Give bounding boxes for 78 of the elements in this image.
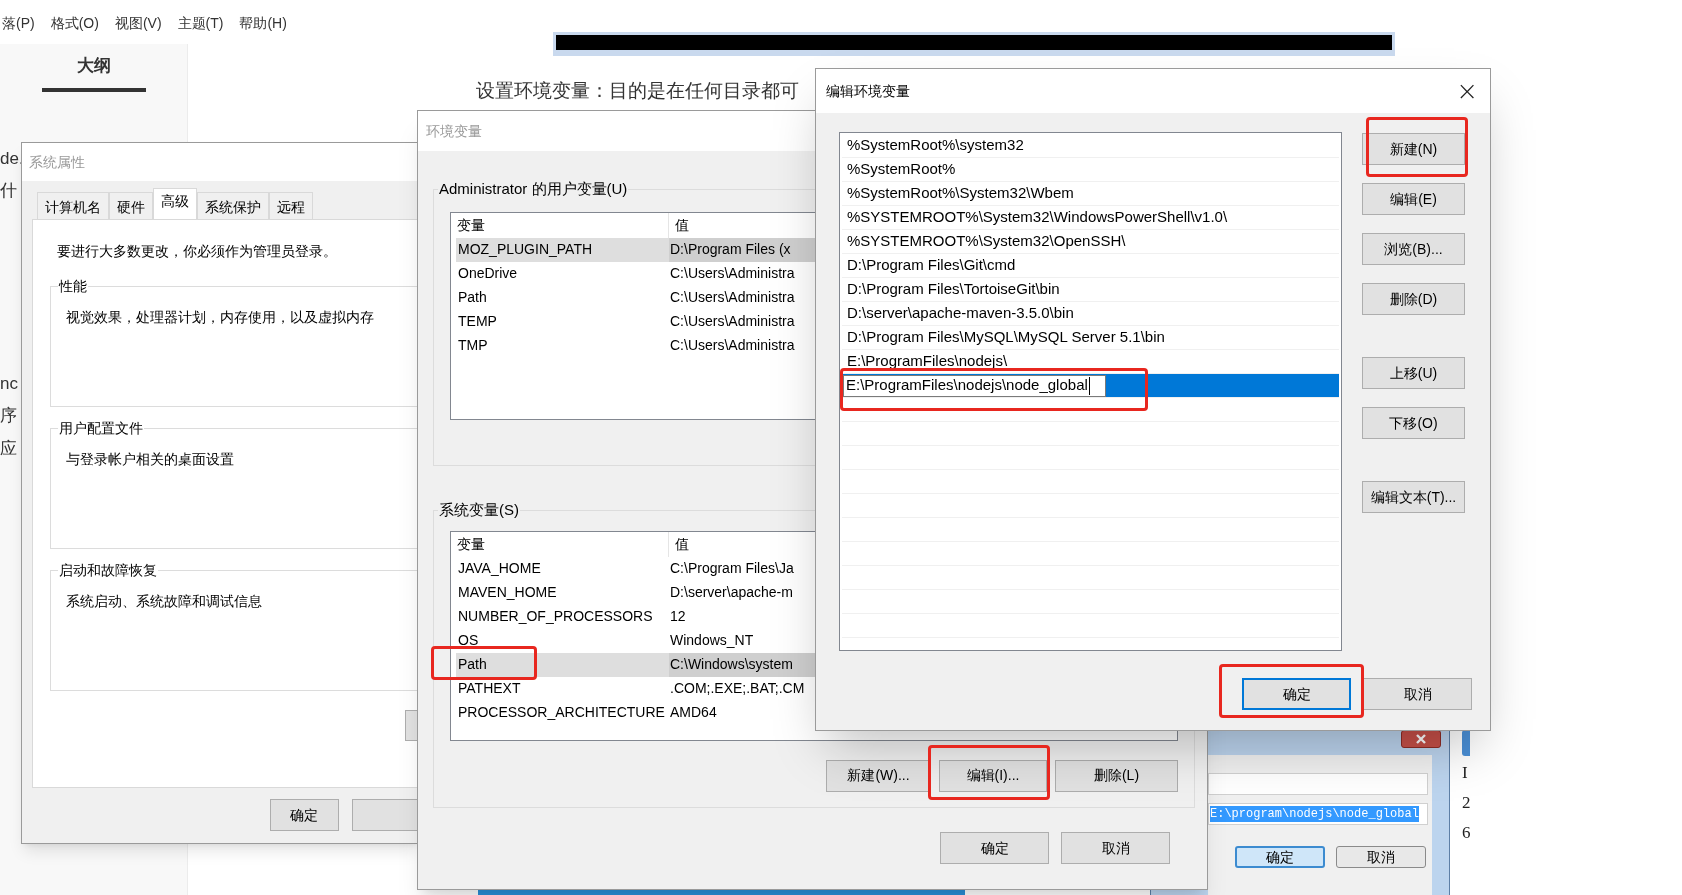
ok-button[interactable]: 确定 <box>940 832 1049 864</box>
column-header[interactable]: 变量 <box>451 531 669 557</box>
text-field[interactable] <box>1208 773 1428 795</box>
cancel-button[interactable]: 取消 <box>1363 678 1472 710</box>
menu-item[interactable]: 格式(O) <box>50 13 99 34</box>
document-text: de. <box>0 148 24 170</box>
move-down-button[interactable]: 下移(O) <box>1362 407 1465 439</box>
list-item-text: %SystemRoot%\System32\Wbem <box>847 183 1074 204</box>
list-item[interactable]: E:\ProgramFiles\nodejs\node_global <box>842 374 1339 398</box>
menu-item[interactable]: 帮助(H) <box>239 13 287 34</box>
ok-button[interactable]: 确定 <box>270 799 339 831</box>
column-header[interactable]: 变量 <box>451 212 669 238</box>
table-cell-text: JAVA_HOME <box>457 559 542 578</box>
table-cell-text: PATHEXT <box>457 679 522 698</box>
document-text: 什 <box>0 180 17 202</box>
ok-button[interactable]: 确定 <box>1235 846 1325 868</box>
table-cell-text: OS <box>457 631 480 650</box>
table-cell-text: TMP <box>457 336 489 355</box>
browse-button[interactable]: 浏览(B)... <box>1362 233 1465 265</box>
group-title: Administrator 的用户变量(U) <box>438 179 629 199</box>
tab[interactable]: 硬件 <box>109 192 153 219</box>
new-button[interactable]: 新建(N) <box>1362 133 1465 165</box>
table-cell-text: OneDrive <box>457 264 519 283</box>
window-title: 环境变量 <box>426 121 482 141</box>
tab[interactable]: 系统保护 <box>197 192 269 219</box>
menu-item[interactable]: 落(P) <box>2 13 35 34</box>
close-icon <box>1415 734 1427 744</box>
new-button[interactable]: 新建(W)... <box>826 759 931 792</box>
group-title: 系统变量(S) <box>438 500 520 520</box>
group-title: 性能 <box>58 277 88 296</box>
list-item-text: %SystemRoot% <box>847 159 956 180</box>
column-header[interactable]: 值 <box>669 533 689 555</box>
button[interactable] <box>351 799 420 831</box>
path-input-field[interactable]: E:\ProgramFiles\nodejs\node_global <box>843 374 1106 397</box>
edit-button[interactable]: 编辑(E) <box>1362 183 1465 215</box>
document-text: I <box>1462 762 1468 784</box>
notice-text: 要进行大多数更改，你必须作为管理员登录。 <box>57 242 338 261</box>
edit-button[interactable]: 编辑(I)... <box>939 759 1047 792</box>
document-text: nc <box>0 373 18 395</box>
tab[interactable]: 计算机名 <box>37 192 109 219</box>
group-description: 系统启动、系统故障和调试信息 <box>66 592 263 611</box>
partial-image <box>1462 730 1470 756</box>
group-title: 用户配置文件 <box>58 419 144 438</box>
delete-button[interactable]: 删除(L) <box>1055 759 1178 792</box>
document-text: 应 <box>0 438 17 460</box>
table-cell-text: PROCESSOR_ARCHITECTURE <box>457 703 666 722</box>
text-cursor <box>1088 376 1090 395</box>
group-title: 启动和故障恢复 <box>58 561 158 580</box>
document-text: 6 <box>1462 822 1471 844</box>
document-text: 序 <box>0 405 17 427</box>
input-text: E:\ProgramFiles\nodejs\node_global <box>846 375 1088 396</box>
cancel-button[interactable]: 取消 <box>1061 832 1170 864</box>
table-cell-text: Path <box>457 655 488 674</box>
table-cell-text: NUMBER_OF_PROCESSORS <box>457 607 654 626</box>
window-title: 系统属性 <box>29 152 85 172</box>
document-heading: 设置环境变量：目的是在任何目录都可 <box>476 79 799 103</box>
list-item-text: %SYSTEMROOT%\System32\WindowsPowerShell\v1.0\ <box>847 207 1228 228</box>
document-text: 2 <box>1462 792 1471 814</box>
close-button[interactable]: × <box>1456 78 1478 104</box>
edit-text-button[interactable]: 编辑文本(T)... <box>1362 481 1465 513</box>
window-title: 编辑环境变量 <box>826 81 910 101</box>
group-description: 与登录帐户相关的桌面设置 <box>66 450 235 469</box>
move-up-button[interactable]: 上移(U) <box>1362 357 1465 389</box>
group-description: 视觉效果，处理器计划，内存使用，以及虚拟内存 <box>66 308 375 327</box>
cancel-button[interactable]: 取消 <box>1336 846 1426 868</box>
ok-button[interactable]: 确定 <box>1242 678 1351 710</box>
menu-item[interactable]: 视图(V) <box>114 13 162 34</box>
table-cell-text: TEMP <box>457 312 498 331</box>
sidebar-tab[interactable]: 大纲 <box>76 54 111 78</box>
tab[interactable]: 高级 <box>153 188 197 219</box>
menu-item[interactable]: 主题(T) <box>177 13 224 34</box>
table-cell-text: MOZ_PLUGIN_PATH <box>457 240 594 259</box>
delete-button[interactable]: 删除(D) <box>1362 283 1465 315</box>
table-cell-text: Path <box>457 288 488 307</box>
list-item-text: %SystemRoot%\system32 <box>847 135 1024 156</box>
column-header[interactable]: 值 <box>669 214 689 236</box>
tab[interactable]: 远程 <box>269 192 313 219</box>
table-cell-text: MAVEN_HOME <box>457 583 558 602</box>
